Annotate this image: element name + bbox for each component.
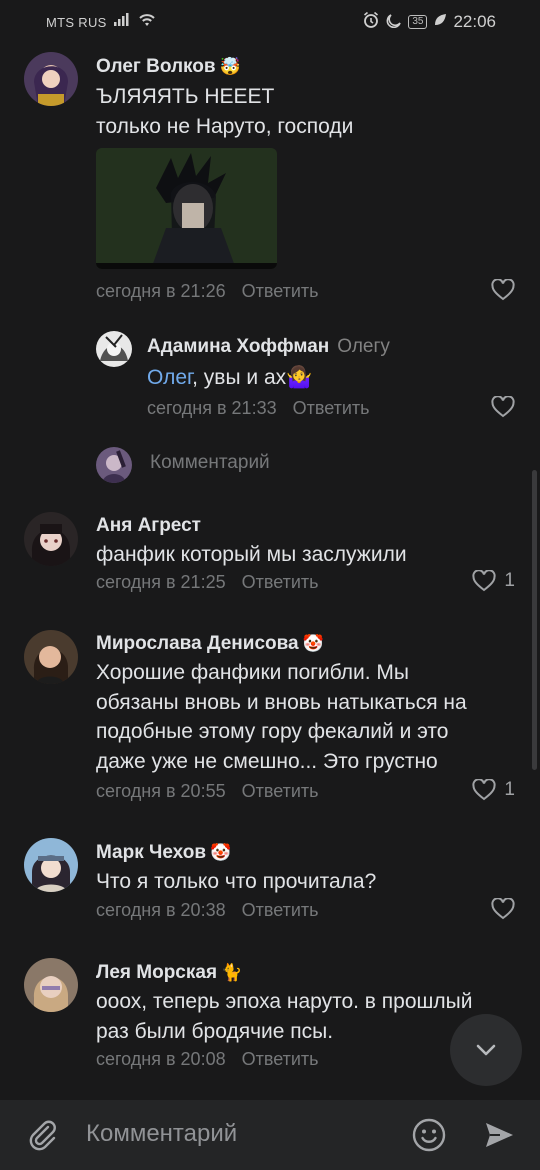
like-button[interactable] <box>491 898 515 920</box>
comment-composer: Комментарий <box>0 1100 540 1170</box>
comment-text-line: ЪЛЯЯЯТЬ НЕЕЕТ <box>96 85 275 108</box>
comment-meta: сегодня в 21:26 Ответить <box>96 281 319 302</box>
author-emoji: 🤡 <box>302 634 324 653</box>
leaf-icon <box>433 13 447 31</box>
comment-time: сегодня в 21:25 <box>96 572 226 592</box>
alarm-icon <box>362 11 380 33</box>
status-bar: MTS RUS 35 22:06 <box>0 0 540 44</box>
avatar[interactable] <box>24 52 78 106</box>
comment-text: Хорошие фанфики погибли. Мы обязаны внов… <box>96 658 516 776</box>
scrollbar[interactable] <box>532 470 537 770</box>
like-count: 1 <box>504 570 515 591</box>
comment-text: Олег, увы и ах🤷‍♀️ <box>147 363 540 393</box>
reply-to-label: Олегу <box>337 336 390 357</box>
author-emoji: 🤯 <box>219 57 241 76</box>
comment-meta: сегодня в 20:55 Ответить <box>96 781 319 802</box>
clock-time: 22:06 <box>453 12 496 31</box>
comment-author[interactable]: Мирослава Денисова 🤡 <box>96 633 324 655</box>
scroll-down-button[interactable] <box>450 1014 522 1086</box>
moon-icon <box>386 12 402 32</box>
carrier-name: MTS RUS <box>46 14 107 30</box>
comment-author[interactable]: Лея Морская 🐈 <box>96 962 242 984</box>
author-name: Олег Волков <box>96 56 216 77</box>
send-icon <box>486 1123 513 1147</box>
avatar[interactable] <box>24 838 78 892</box>
comment-meta: сегодня в 20:08 Ответить <box>96 1049 319 1070</box>
like-button[interactable]: 1 <box>472 570 515 592</box>
mention-link[interactable]: Олег <box>147 366 192 389</box>
comment-meta: сегодня в 21:33 Ответить <box>147 398 370 419</box>
comment-author[interactable]: Олег Волков 🤯 <box>96 56 241 78</box>
thread-reply-placeholder[interactable]: Комментарий <box>150 452 270 474</box>
heart-icon <box>491 898 515 920</box>
heart-icon <box>472 779 496 801</box>
comment-text: фанфик который мы заслужили <box>96 543 407 566</box>
comment-text-line: ооох, теперь эпоха наруто. в прошлый <box>96 990 473 1013</box>
comment-text: ЪЛЯЯЯТЬ НЕЕЕТ только не Наруто, господи <box>96 82 516 141</box>
like-button[interactable]: 1 <box>472 779 515 801</box>
paperclip-icon <box>29 1120 56 1151</box>
like-button[interactable] <box>491 279 515 301</box>
comment-text-body: , увы и ах <box>192 366 287 389</box>
comment-time: сегодня в 20:55 <box>96 781 226 801</box>
send-button[interactable] <box>480 1116 518 1154</box>
avatar[interactable] <box>24 630 78 684</box>
heart-icon <box>472 570 496 592</box>
attached-photo[interactable] <box>96 148 277 269</box>
like-button[interactable] <box>491 396 515 418</box>
comment-text-line: даже уже не смешно... Это грустно <box>96 749 438 773</box>
comment-author[interactable]: Аня Агрест <box>96 515 201 537</box>
author-name: Мирослава Денисова <box>96 633 299 654</box>
comment-text-line: подобные этому гору фекалий и это <box>96 720 449 743</box>
signal-icon <box>113 13 131 31</box>
author-name: Марк Чехов <box>96 842 207 863</box>
comment-meta: сегодня в 20:38 Ответить <box>96 900 319 921</box>
reply-button[interactable]: Ответить <box>242 1049 319 1069</box>
comment-time: сегодня в 21:33 <box>147 398 277 418</box>
avatar[interactable] <box>96 331 132 367</box>
comment-time: сегодня в 21:26 <box>96 281 226 301</box>
emoji-button[interactable] <box>410 1116 448 1154</box>
chevron-down-icon <box>476 1044 496 1056</box>
reply-button[interactable]: Ответить <box>242 281 319 301</box>
comment-input[interactable]: Комментарий <box>86 1120 237 1148</box>
reply-button[interactable]: Ответить <box>242 572 319 592</box>
comment-time: сегодня в 20:38 <box>96 900 226 920</box>
author-name: Лея Морская <box>96 962 218 983</box>
comment-author[interactable]: Марк Чехов 🤡 <box>96 842 231 864</box>
text-emoji: 🤷‍♀️ <box>286 366 313 389</box>
comment-time: сегодня в 20:08 <box>96 1049 226 1069</box>
comment-text-line: обязаны вновь и вновь натыкаться на <box>96 690 467 714</box>
avatar[interactable] <box>24 958 78 1012</box>
my-avatar <box>96 447 132 483</box>
smile-icon <box>412 1118 446 1152</box>
comment-text-line: только не Наруто, господи <box>96 114 354 138</box>
attach-button[interactable] <box>24 1116 62 1154</box>
reply-button[interactable]: Ответить <box>242 900 319 920</box>
comment-text-line: Хорошие фанфики погибли. Мы <box>96 661 409 684</box>
reply-button[interactable]: Ответить <box>293 398 370 418</box>
comment-meta: сегодня в 21:25 Ответить <box>96 572 319 593</box>
heart-icon <box>491 279 515 301</box>
like-count: 1 <box>504 779 515 800</box>
avatar[interactable] <box>24 512 78 566</box>
heart-icon <box>491 396 515 418</box>
comment-text: Что я только что прочитала? <box>96 870 377 893</box>
author-name: Адамина Хоффман <box>147 336 330 357</box>
battery-level: 35 <box>408 15 428 29</box>
author-emoji: 🤡 <box>210 843 232 862</box>
wifi-icon <box>137 12 157 32</box>
author-name: Аня Агрест <box>96 515 201 536</box>
reply-button[interactable]: Ответить <box>242 781 319 801</box>
author-emoji: 🐈 <box>221 963 243 982</box>
comment-author[interactable]: Адамина Хоффман Олегу <box>147 336 390 358</box>
